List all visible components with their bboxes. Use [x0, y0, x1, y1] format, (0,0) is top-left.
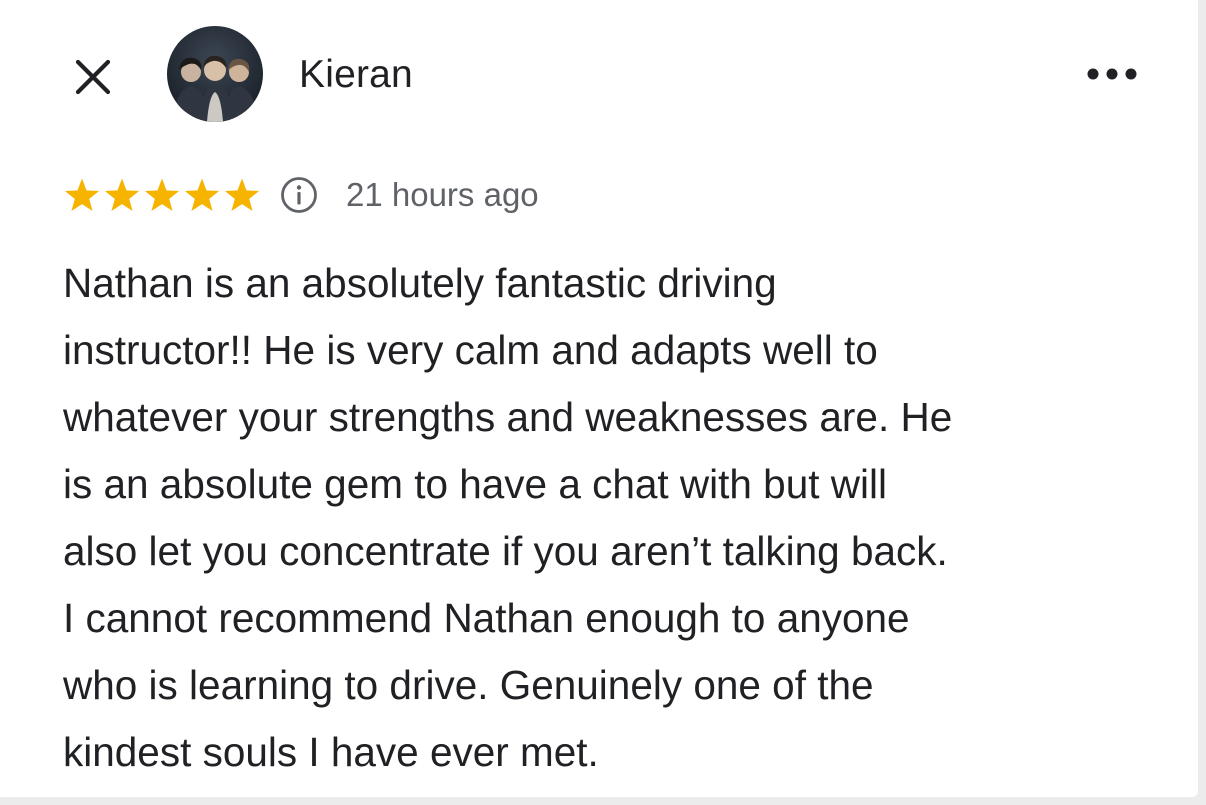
review-text-line: who is learning to drive. Genuinely one …	[63, 662, 874, 708]
review-text-line: Nathan is an absolutely fantastic drivin…	[63, 260, 777, 306]
avatar-photo	[167, 26, 263, 122]
star-icon	[184, 178, 220, 212]
star-icon	[224, 178, 260, 212]
rating-row: 21 hours ago	[63, 172, 539, 218]
review-card: Kieran 21 hours ago Nathan is an absolut…	[0, 0, 1198, 797]
more-options-icon	[1087, 68, 1137, 80]
review-text-line: also let you concentrate if you aren’t t…	[63, 528, 948, 574]
review-text-line: is an absolute gem to have a chat with b…	[63, 461, 887, 507]
review-text-line: instructor!! He is very calm and adapts …	[63, 327, 878, 373]
star-icon	[104, 178, 140, 212]
review-time: 21 hours ago	[346, 176, 539, 213]
review-text-line: whatever your strengths and weaknesses a…	[63, 394, 953, 440]
star-icon	[64, 178, 100, 212]
info-icon[interactable]	[279, 175, 319, 215]
star-icon	[144, 178, 180, 212]
review-text: Nathan is an absolutely fantastic drivin…	[63, 250, 1173, 786]
close-button[interactable]	[68, 52, 118, 102]
star-rating	[63, 176, 261, 214]
author-name[interactable]: Kieran	[299, 52, 413, 98]
review-text-line: kindest souls I have ever met.	[63, 729, 599, 775]
more-options-button[interactable]	[1080, 56, 1144, 92]
avatar[interactable]	[167, 26, 263, 122]
review-text-line: I cannot recommend Nathan enough to anyo…	[63, 595, 910, 641]
close-icon	[75, 59, 111, 95]
